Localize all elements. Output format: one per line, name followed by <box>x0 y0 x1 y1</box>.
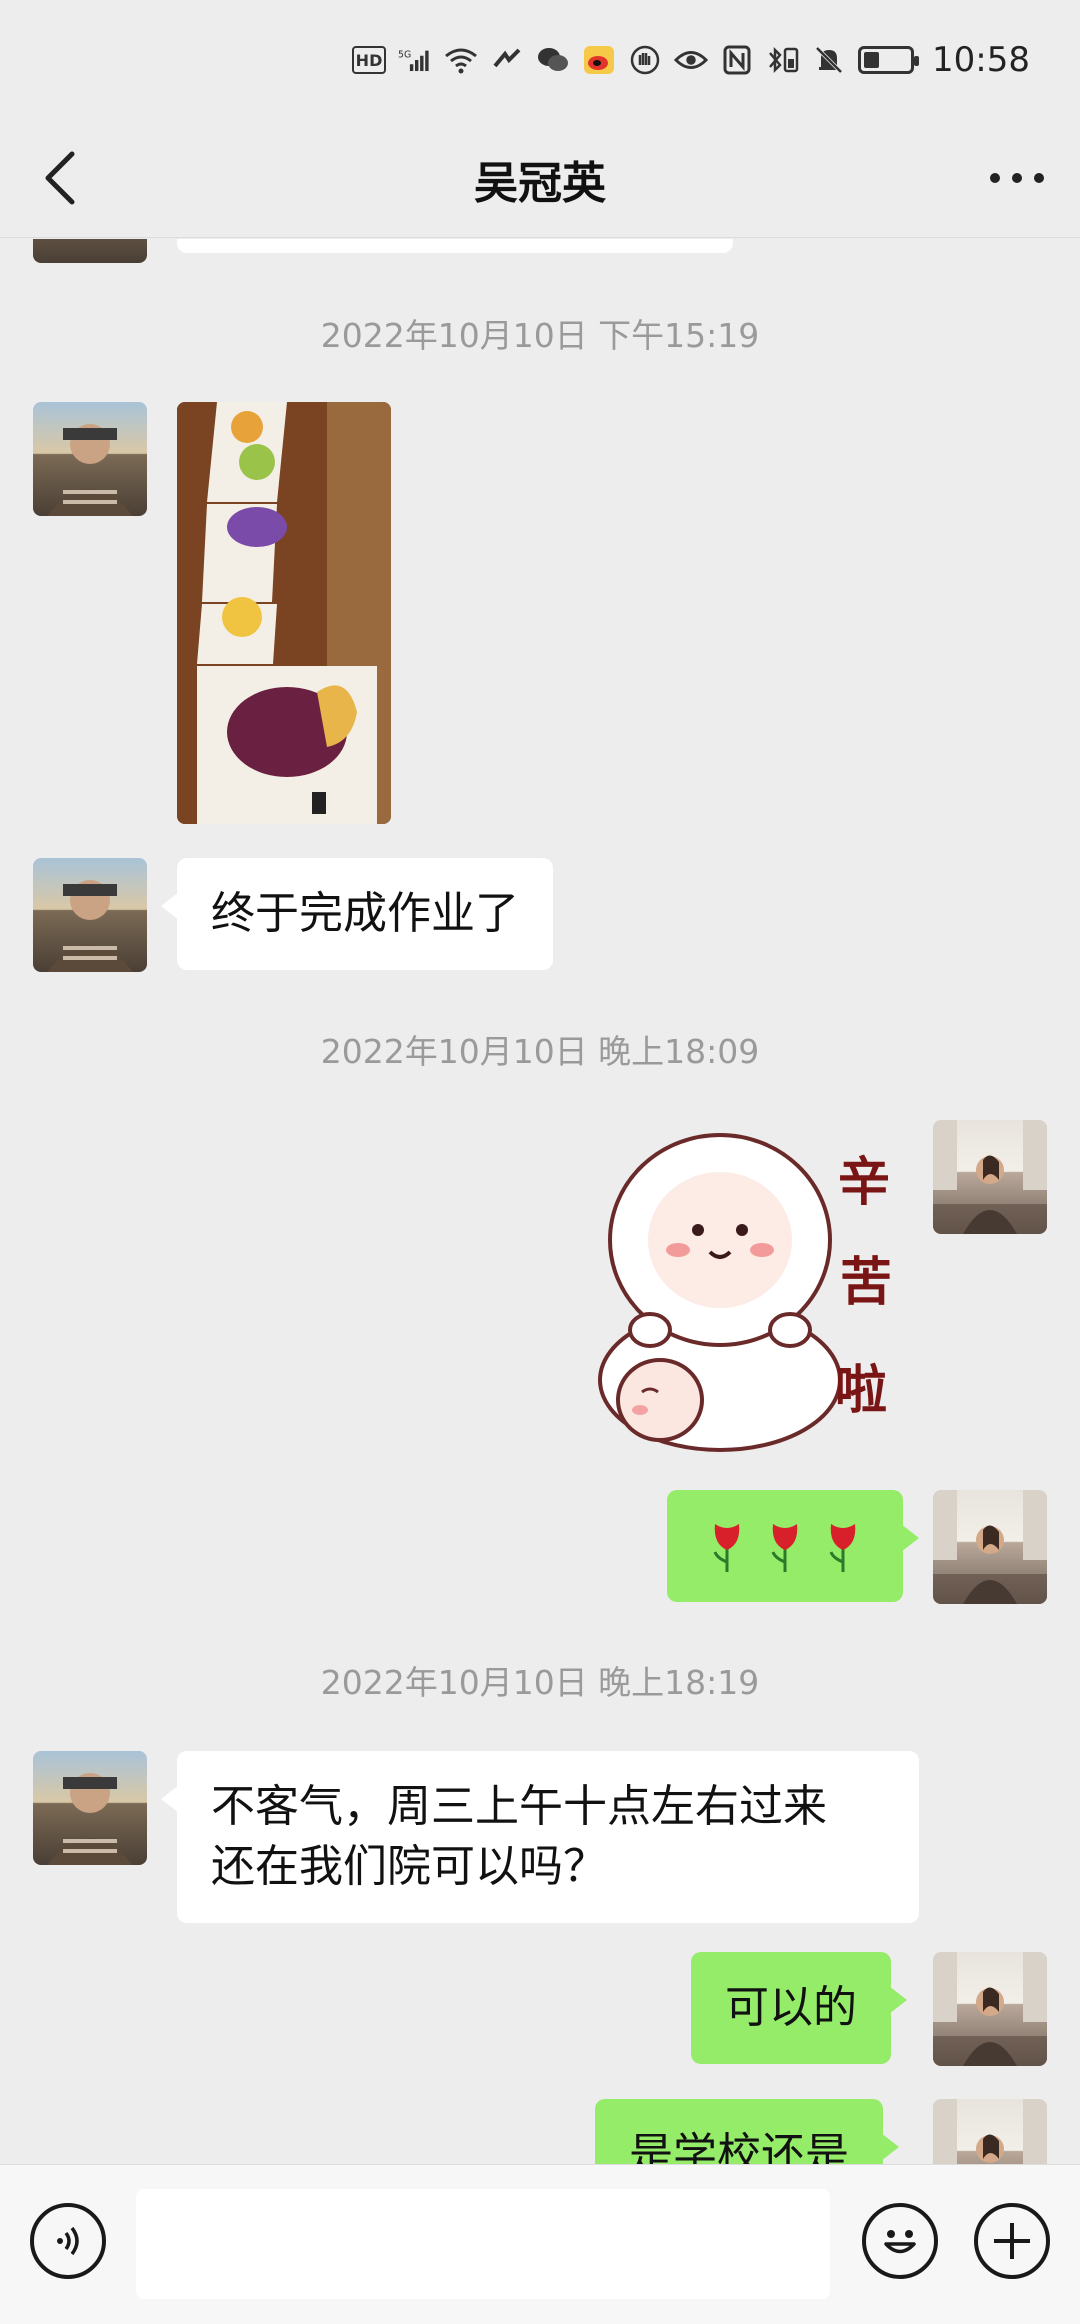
wechat-icon <box>536 43 570 77</box>
hd-icon: HD <box>352 46 387 74</box>
voice-icon <box>57 2226 79 2256</box>
back-button[interactable] <box>30 148 90 208</box>
rose-icon <box>713 1524 740 1572</box>
sticker-char: 啦 <box>835 1360 888 1421</box>
signal-icon: 5G <box>398 43 432 77</box>
avatar[interactable] <box>33 858 147 972</box>
avatar[interactable] <box>33 402 147 516</box>
status-time: 10:58 <box>932 40 1030 80</box>
avatar[interactable] <box>933 1490 1047 1604</box>
eye-icon <box>674 43 709 77</box>
message-bubble-received[interactable]: 不客气，周三上午十点左右过来 还在我们院可以吗？ <box>161 1751 919 1923</box>
artwork-photo[interactable] <box>177 402 391 824</box>
network-label: 5G <box>398 49 411 60</box>
sticker-char: 苦 <box>840 1252 893 1313</box>
chevron-left-icon <box>45 151 75 205</box>
hand-icon <box>628 43 662 77</box>
avatar[interactable] <box>933 1952 1047 2066</box>
weibo-icon <box>582 43 616 77</box>
message-bubble-partial[interactable] <box>177 239 733 253</box>
mute-bell-icon <box>812 43 846 77</box>
avatar[interactable] <box>33 239 147 263</box>
link-icon <box>490 43 524 77</box>
more-functions-button[interactable] <box>974 2203 1050 2279</box>
artwork-image <box>177 402 391 824</box>
message-line: 不客气，周三上午十点左右过来 <box>211 1781 827 1832</box>
status-bar: HD 5G 10:58 <box>0 0 1080 120</box>
input-bar <box>0 2164 1080 2324</box>
message-bubble-sent[interactable]: 可以的 <box>691 1952 907 2064</box>
more-dots-icon <box>990 173 1044 183</box>
wifi-icon <box>444 43 478 77</box>
smiley-icon <box>884 2230 916 2254</box>
sticker-char: 辛 <box>838 1152 891 1213</box>
chat-title: 吴冠英 <box>474 157 606 209</box>
battery-icon <box>858 46 920 74</box>
message-input[interactable] <box>136 2189 830 2299</box>
more-options-button[interactable] <box>982 148 1052 208</box>
voice-button[interactable] <box>30 2203 106 2279</box>
message-line: 还在我们院可以吗？ <box>211 1841 607 1892</box>
avatar[interactable] <box>33 1751 147 1865</box>
rose-icon <box>829 1524 856 1572</box>
sticker-sheep[interactable]: 辛 苦 啦 <box>570 1130 910 1460</box>
timestamp: 2022年10月10日 下午15:19 <box>320 316 760 355</box>
emoji-button[interactable] <box>862 2203 938 2279</box>
message-list[interactable]: 2022年10月10日 下午15:19 终于完成作业了 2022年10月10日 … <box>0 239 1080 2164</box>
chat-header: 吴冠英 <box>0 120 1080 238</box>
avatar[interactable] <box>933 2099 1047 2164</box>
battery-fill <box>864 52 880 68</box>
bluetooth-battery-icon <box>766 43 800 77</box>
timestamp: 2022年10月10日 晚上18:09 <box>320 1032 760 1071</box>
timestamp: 2022年10月10日 晚上18:19 <box>320 1663 760 1702</box>
message-bubble-sent[interactable] <box>667 1490 919 1602</box>
message-bubble-sent[interactable]: 是学校还是 <box>595 2099 899 2164</box>
nfc-icon <box>720 43 754 77</box>
message-bubble-received[interactable]: 终于完成作业了 <box>161 858 553 970</box>
rose-icon <box>771 1524 798 1572</box>
avatar[interactable] <box>933 1120 1047 1234</box>
plus-icon <box>994 2223 1030 2259</box>
